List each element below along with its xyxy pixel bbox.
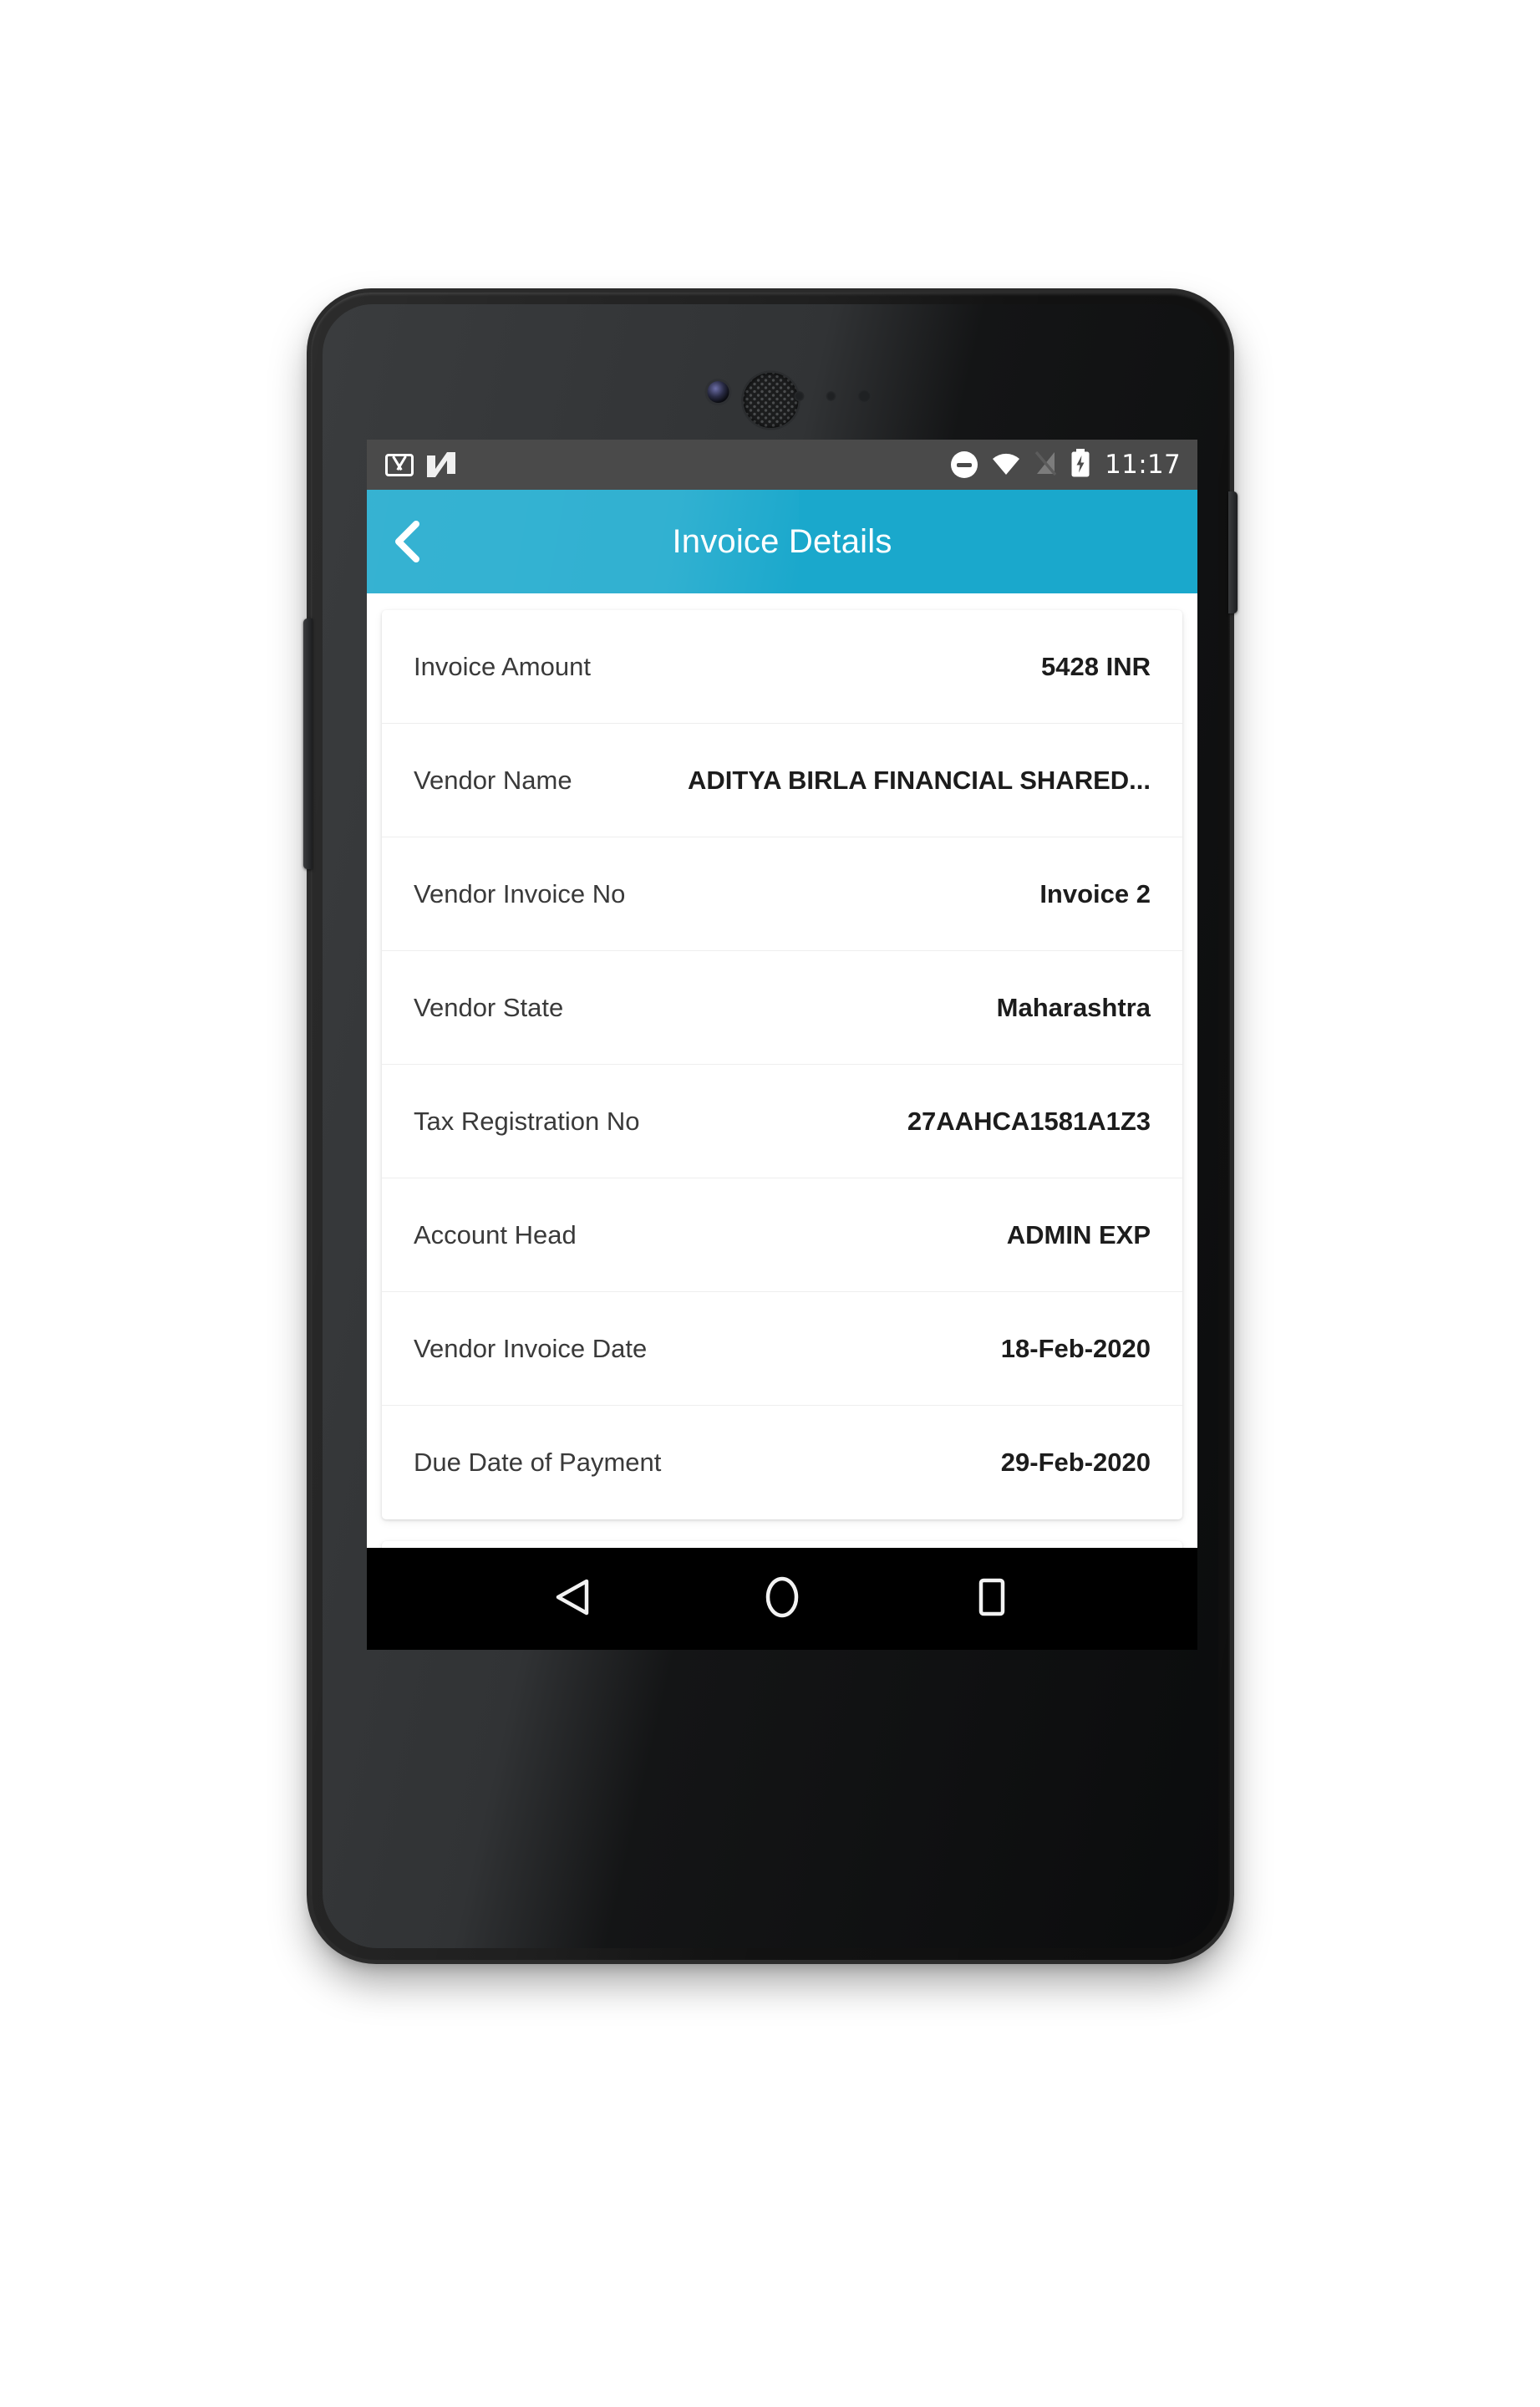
- earpiece-speaker-icon: [743, 373, 798, 428]
- proximity-sensors: [794, 389, 872, 403]
- no-sim-signal-icon: [1034, 450, 1057, 480]
- detail-row-value: ADMIN EXP: [1006, 1219, 1151, 1249]
- invoice-details-card: Invoice Amount 5428 INR Vendor Name ADIT…: [382, 610, 1182, 1519]
- do-not-disturb-icon: [951, 451, 978, 478]
- front-camera-icon: [707, 381, 729, 403]
- screen-content: Invoice Amount 5428 INR Vendor Name ADIT…: [367, 593, 1197, 1650]
- back-button[interactable]: [367, 490, 447, 593]
- home-nav-button[interactable]: [736, 1548, 828, 1650]
- triangle-left-icon: [553, 1576, 592, 1622]
- detail-row-label: Due Date of Payment: [414, 1448, 662, 1477]
- chevron-left-icon: [393, 521, 421, 562]
- detail-row-label: Vendor State: [414, 992, 564, 1022]
- back-nav-button[interactable]: [526, 1548, 618, 1650]
- phone-screen: 11:17 Invoice Details Invoice Amount 542…: [367, 440, 1197, 1650]
- light-sensor-icon: [826, 391, 836, 401]
- phone-bottom-bezel: [323, 1760, 1218, 1948]
- detail-row-value: 5428 INR: [1041, 651, 1151, 681]
- app-bar: Invoice Details: [367, 490, 1197, 593]
- detail-row-label: Vendor Name: [414, 765, 572, 795]
- detail-row-value: ADITYA BIRLA FINANCIAL SHARED...: [687, 765, 1151, 795]
- volume-button[interactable]: [303, 618, 313, 869]
- detail-row-value: 29-Feb-2020: [1000, 1448, 1151, 1477]
- wifi-icon: [992, 451, 1020, 479]
- detail-row-value: 18-Feb-2020: [1000, 1333, 1151, 1363]
- detail-row-value: 27AAHCA1581A1Z3: [907, 1106, 1151, 1136]
- detail-row: Vendor Name ADITYA BIRLA FINANCIAL SHARE…: [382, 724, 1182, 837]
- detail-row-value: Invoice 2: [1039, 878, 1151, 908]
- phone-top-bezel: [323, 304, 1218, 440]
- detail-row: Tax Registration No 27AAHCA1581A1Z3: [382, 1065, 1182, 1178]
- status-bar-left-icons: [385, 452, 455, 477]
- notification-led-icon: [857, 389, 872, 403]
- detail-row-label: Vendor Invoice Date: [414, 1333, 648, 1363]
- status-bar: 11:17: [367, 440, 1197, 490]
- power-button[interactable]: [1228, 491, 1238, 613]
- detail-row: Vendor State Maharashtra: [382, 951, 1182, 1065]
- battery-charging-icon: [1070, 448, 1090, 481]
- detail-row: Vendor Invoice No Invoice 2: [382, 837, 1182, 951]
- android-navigation-bar: [367, 1548, 1197, 1650]
- square-icon: [973, 1575, 1010, 1624]
- android-nougat-icon: [427, 452, 455, 477]
- detail-row: Vendor Invoice Date 18-Feb-2020: [382, 1292, 1182, 1406]
- recents-nav-button[interactable]: [946, 1548, 1038, 1650]
- detail-row-value: Maharashtra: [996, 992, 1151, 1022]
- detail-row: Due Date of Payment 29-Feb-2020: [382, 1406, 1182, 1519]
- status-bar-right-icons: 11:17: [951, 448, 1181, 481]
- gmail-icon: [385, 453, 414, 476]
- phone-device-frame: 11:17 Invoice Details Invoice Amount 542…: [303, 293, 1238, 1960]
- page-background: 11:17 Invoice Details Invoice Amount 542…: [0, 0, 1540, 2407]
- detail-row-label: Tax Registration No: [414, 1106, 640, 1136]
- detail-row-label: Invoice Amount: [414, 651, 591, 681]
- page-title: Invoice Details: [672, 522, 892, 560]
- circle-icon: [763, 1575, 801, 1624]
- proximity-sensor-icon: [794, 391, 805, 401]
- detail-row-label: Vendor Invoice No: [414, 878, 626, 908]
- status-bar-clock: 11:17: [1105, 450, 1181, 480]
- detail-row: Invoice Amount 5428 INR: [382, 610, 1182, 724]
- phone-glass-front: 11:17 Invoice Details Invoice Amount 542…: [323, 304, 1218, 1948]
- detail-row-label: Account Head: [414, 1219, 577, 1249]
- detail-row: Account Head ADMIN EXP: [382, 1178, 1182, 1292]
